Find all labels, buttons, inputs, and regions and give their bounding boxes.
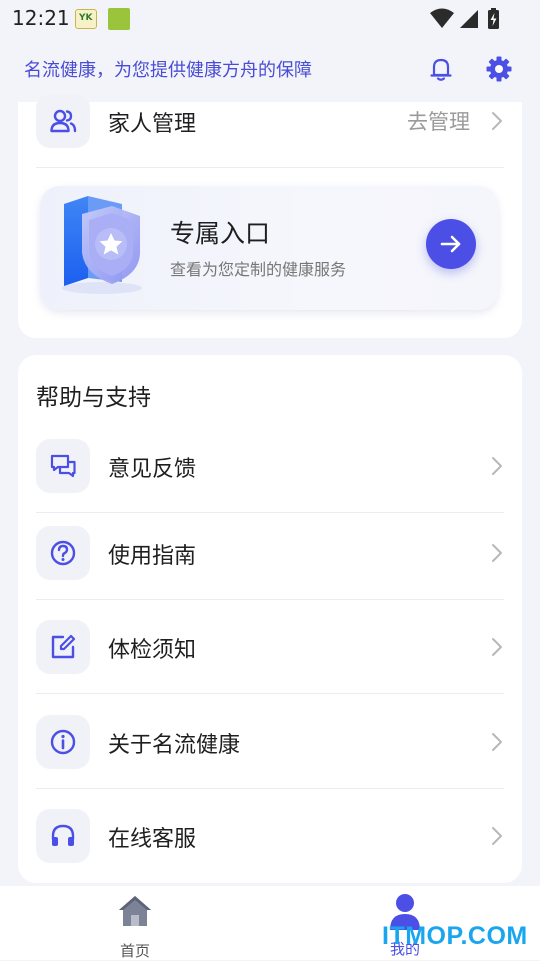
family-management-row[interactable]: 家人管理 去管理: [36, 74, 504, 168]
chevron-right-icon: [492, 827, 502, 845]
arrow-right-icon: [440, 235, 461, 253]
chevron-right-icon: [492, 733, 502, 751]
chat-icon: [50, 454, 76, 478]
chevron-right-icon: [492, 457, 502, 475]
exclusive-entrance-banner[interactable]: 专属入口 查看为您定制的健康服务: [40, 186, 498, 310]
headset-icon: [51, 824, 75, 846]
edit-icon: [51, 634, 76, 659]
manage-link[interactable]: 去管理: [407, 106, 470, 136]
row-icon-box: [36, 809, 90, 863]
help-item-guide[interactable]: 使用指南: [36, 506, 504, 600]
help-item-label: 关于名流健康: [108, 733, 241, 758]
status-bar: 12:21 YK: [0, 0, 540, 38]
nav-tab-home[interactable]: 首页: [105, 894, 165, 960]
info-icon: [50, 729, 76, 755]
help-section-title: 帮助与支持: [36, 385, 151, 411]
row-icon-box: [36, 620, 90, 674]
chevron-right-icon: [492, 638, 502, 656]
help-support-card: 意见反馈 使用指南 体检须知 关于名流健康 在线客服: [18, 355, 522, 883]
help-item-feedback[interactable]: 意见反馈: [36, 419, 504, 513]
app-notification-icon-2: [108, 8, 130, 30]
row-icon-box: [36, 715, 90, 769]
status-icons: [430, 8, 499, 29]
banner-arrow-button[interactable]: [426, 219, 476, 269]
row-icon-box: [36, 526, 90, 580]
banner-subtitle: 查看为您定制的健康服务: [170, 260, 347, 279]
help-item-exam-notice[interactable]: 体检须知: [36, 600, 504, 694]
home-icon: [119, 896, 151, 926]
help-item-about[interactable]: 关于名流健康: [36, 695, 504, 789]
app-badge-text: YK: [79, 13, 93, 23]
divider: [36, 693, 504, 694]
question-icon: [50, 540, 76, 566]
banner-title: 专属入口: [170, 219, 271, 248]
help-item-label: 使用指南: [108, 544, 197, 569]
signal-icon: [460, 10, 478, 28]
nav-tab-label: 首页: [119, 942, 150, 960]
help-item-label: 意见反馈: [108, 457, 197, 482]
help-item-label: 体检须知: [108, 638, 197, 663]
users-icon: [50, 109, 77, 133]
family-management-label: 家人管理: [108, 112, 197, 137]
row-icon-box: [36, 439, 90, 493]
row-icon-box: [36, 94, 90, 148]
watermark: ITMOP.COM: [382, 922, 528, 950]
wifi-icon: [430, 8, 454, 28]
status-time: 12:21: [12, 6, 70, 30]
battery-icon: [488, 8, 499, 29]
help-item-label: 在线客服: [108, 827, 197, 852]
divider: [36, 167, 504, 168]
shield-star-icon: [62, 196, 142, 294]
chevron-right-icon: [492, 544, 502, 562]
help-item-online-service[interactable]: 在线客服: [36, 789, 504, 883]
app-notification-icon: YK: [75, 9, 97, 29]
chevron-right-icon: [492, 112, 502, 130]
